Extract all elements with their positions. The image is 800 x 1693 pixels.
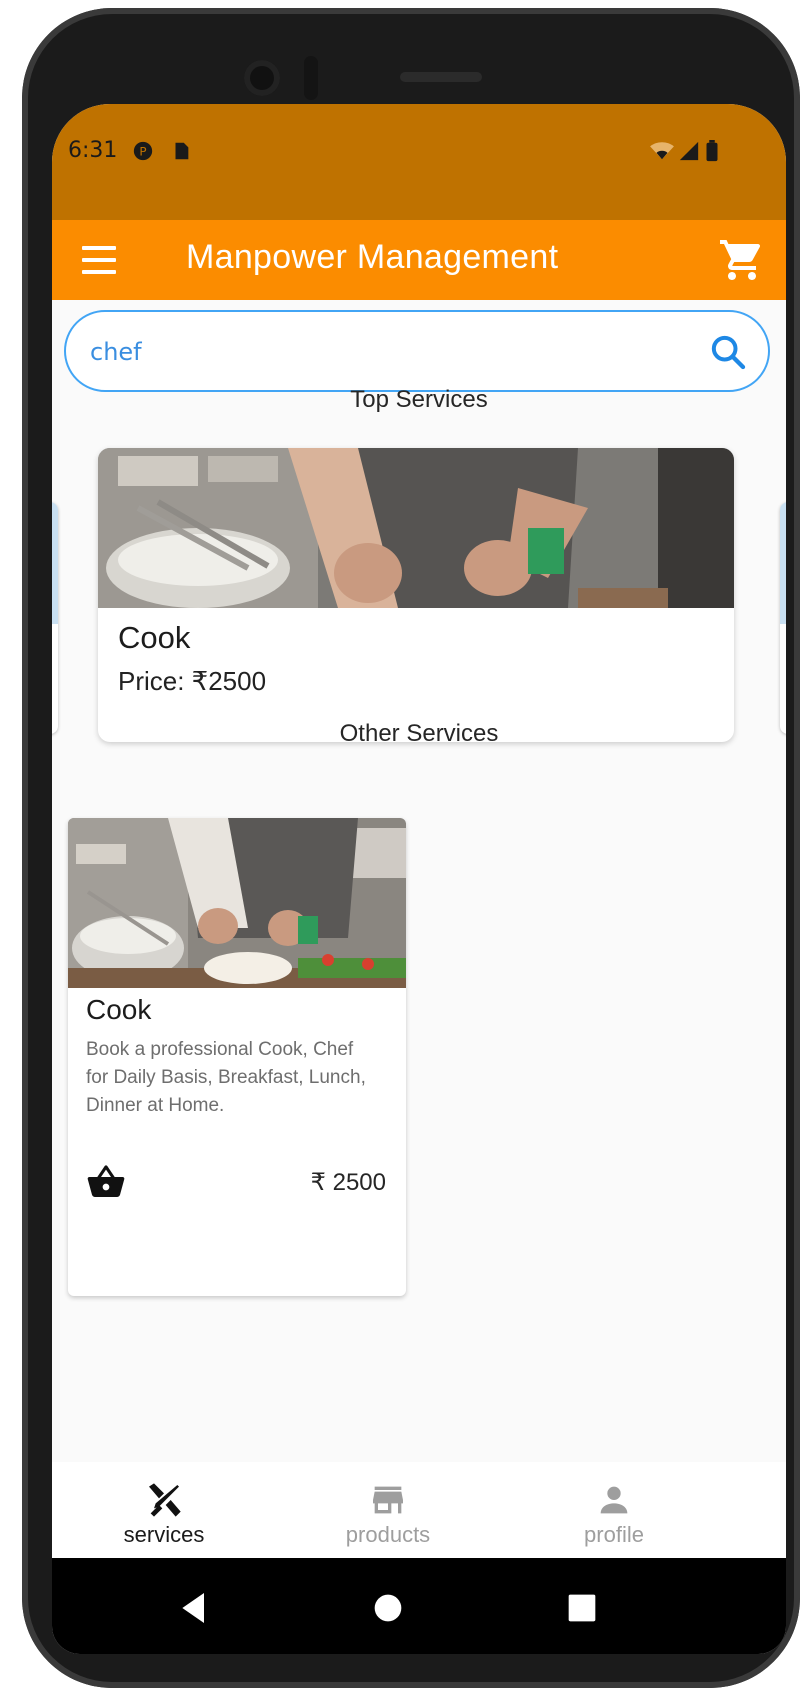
search-input[interactable] bbox=[88, 330, 652, 374]
app-bar: Manpower Management bbox=[52, 220, 786, 300]
app-screen: 6:31 P Manpower Management chef Top Serv… bbox=[52, 104, 786, 1654]
wifi-icon bbox=[650, 142, 674, 160]
status-time: 6:31 bbox=[68, 138, 118, 163]
top-service-card[interactable]: Cook Price: ₹2500 bbox=[98, 448, 734, 742]
top-services-heading: Top Services bbox=[350, 386, 488, 413]
basket-icon[interactable] bbox=[86, 1162, 126, 1202]
service-name: Cook bbox=[86, 994, 152, 1025]
menu-button[interactable] bbox=[82, 246, 122, 276]
tools-icon bbox=[149, 1483, 181, 1517]
nav-products-label: products bbox=[345, 1522, 431, 1547]
system-navigation-bar bbox=[52, 1558, 786, 1654]
service-price: ₹ 2500 bbox=[310, 1169, 386, 1196]
store-icon bbox=[373, 1486, 403, 1514]
service-description: Book a professional Cook, Chef for Daily… bbox=[86, 1039, 366, 1116]
home-icon[interactable] bbox=[368, 1588, 408, 1628]
nav-services[interactable]: services bbox=[64, 1462, 264, 1558]
cook-photo bbox=[98, 448, 734, 608]
nav-products[interactable]: products bbox=[288, 1462, 488, 1558]
nav-services-label: services bbox=[123, 1522, 205, 1547]
other-services-heading: Other Services bbox=[339, 720, 499, 747]
menu-icon-bar bbox=[82, 258, 116, 262]
status-bar: 6:31 P bbox=[52, 104, 786, 220]
battery-icon bbox=[706, 140, 718, 162]
earpiece-speaker bbox=[400, 72, 482, 82]
top-service-name: Cook bbox=[118, 620, 191, 655]
cart-icon[interactable] bbox=[718, 236, 766, 284]
nav-profile[interactable]: profile bbox=[514, 1462, 714, 1558]
menu-icon-bar bbox=[82, 270, 116, 274]
front-camera bbox=[244, 60, 280, 96]
carousel-prev-card[interactable] bbox=[52, 502, 58, 734]
back-icon[interactable] bbox=[174, 1588, 214, 1628]
proximity-sensor bbox=[304, 56, 318, 100]
nav-profile-label: profile bbox=[584, 1522, 644, 1547]
search-bar bbox=[64, 310, 770, 392]
signal-icon bbox=[679, 141, 699, 161]
notification-p-icon: P bbox=[133, 141, 153, 161]
recents-icon[interactable] bbox=[562, 1588, 602, 1628]
service-card[interactable]: Cook Book a professional Cook, Chef for … bbox=[68, 818, 406, 1296]
sd-card-icon bbox=[175, 142, 189, 160]
carousel-next-card[interactable] bbox=[780, 502, 786, 734]
menu-icon-bar bbox=[82, 246, 116, 250]
bottom-navigation: services products profile bbox=[52, 1462, 786, 1558]
top-service-price: Price: ₹2500 bbox=[118, 666, 267, 696]
person-icon bbox=[600, 1486, 628, 1514]
search-icon[interactable] bbox=[708, 332, 748, 372]
cook-photo bbox=[68, 818, 406, 988]
svg-text:P: P bbox=[139, 145, 146, 159]
app-title: Manpower Management bbox=[186, 238, 559, 276]
